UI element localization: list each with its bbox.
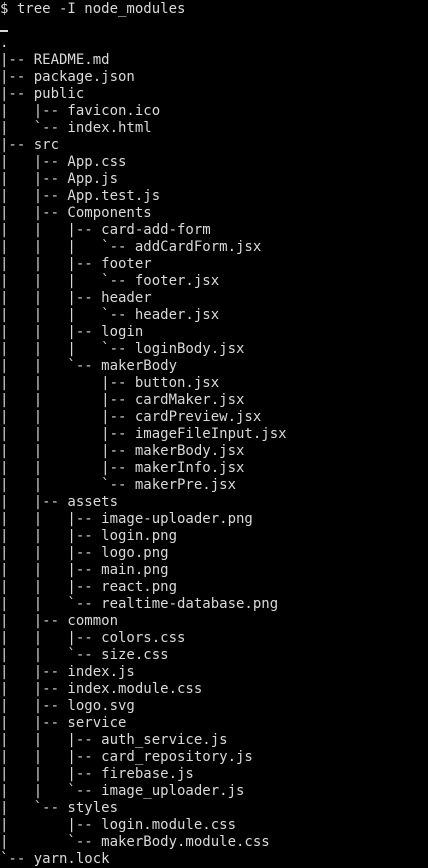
tree-line: | |-- index.module.css [0,681,203,697]
tree-line: | | | `-- loginBody.jsx [0,341,245,357]
command-prompt: $ tree -I node_modules [0,1,186,17]
tree-line: | |-- index.js [0,664,135,680]
tree-line: | | |-- colors.css [0,630,186,646]
tree-line: |-- package.json [0,69,135,85]
tree-line: | | |-- auth_service.js [0,732,228,748]
tree-line: | | |-- cardMaker.jsx [0,392,245,408]
tree-line: | | |-- makerInfo.jsx [0,460,245,476]
tree-line: | | |-- logo.png [0,545,169,561]
tree-line: | |-- service [0,715,127,731]
tree-line: | `-- makerBody.module.css [0,834,270,850]
tree-line: | |-- assets [0,494,119,510]
tree-line: | | |-- makerBody.jsx [0,443,245,459]
tree-line: | | |-- footer [0,256,152,272]
tree-line: | | |-- cardPreview.jsx [0,409,262,425]
tree-line: | |-- App.js [0,171,119,187]
tree-line: | `-- index.html [0,120,152,136]
tree-line: | | |-- login.png [0,528,178,544]
tree-line: | | |-- main.png [0,562,169,578]
tree-line: | | |-- card_repository.js [0,749,253,765]
tree-line: |-- README.md [0,52,110,68]
text-cursor [0,30,8,32]
tree-line: | |-- App.css [0,154,127,170]
tree-line: | | `-- makerPre.jsx [0,477,237,493]
tree-line: | |-- logo.svg [0,698,135,714]
tree-line: `-- yarn.lock [0,851,110,867]
tree-line: | | |-- card-add-form [0,222,211,238]
tree-line: | | `-- image_uploader.js [0,783,245,799]
tree-line: | | `-- size.css [0,647,169,663]
tree-line: | | |-- firebase.js [0,766,194,782]
tree-line: | | |-- react.png [0,579,178,595]
tree-line: |-- public [0,86,85,102]
tree-line: | | `-- makerBody [0,358,178,374]
tree-line: | | | `-- footer.jsx [0,273,220,289]
tree-line: | `-- styles [0,800,119,816]
tree-line: | | |-- imageFileInput.jsx [0,426,287,442]
tree-line: |-- src [0,137,60,153]
tree-line: | |-- App.test.js [0,188,161,204]
tree-line: | | |-- image-uploader.png [0,511,253,527]
tree-line: | |-- common [0,613,119,629]
tree-line: | | `-- realtime-database.png [0,596,279,612]
tree-line: | | |-- header [0,290,152,306]
tree-line: | | | `-- addCardForm.jsx [0,239,262,255]
terminal-window[interactable]: $ tree -I node_modules . |-- README.md |--… [0,0,428,867]
tree-line: | | |-- button.jsx [0,375,220,391]
tree-output: . |-- README.md |-- package.json |-- public… [0,35,428,868]
cursor-line [0,18,428,35]
tree-line: | |-- favicon.ico [0,103,161,119]
tree-line: . [0,35,9,51]
tree-line: | |-- login.module.css [0,817,237,833]
tree-line: | | | `-- header.jsx [0,307,220,323]
tree-line: | | |-- login [0,324,144,340]
tree-line: | |-- Components [0,205,152,221]
